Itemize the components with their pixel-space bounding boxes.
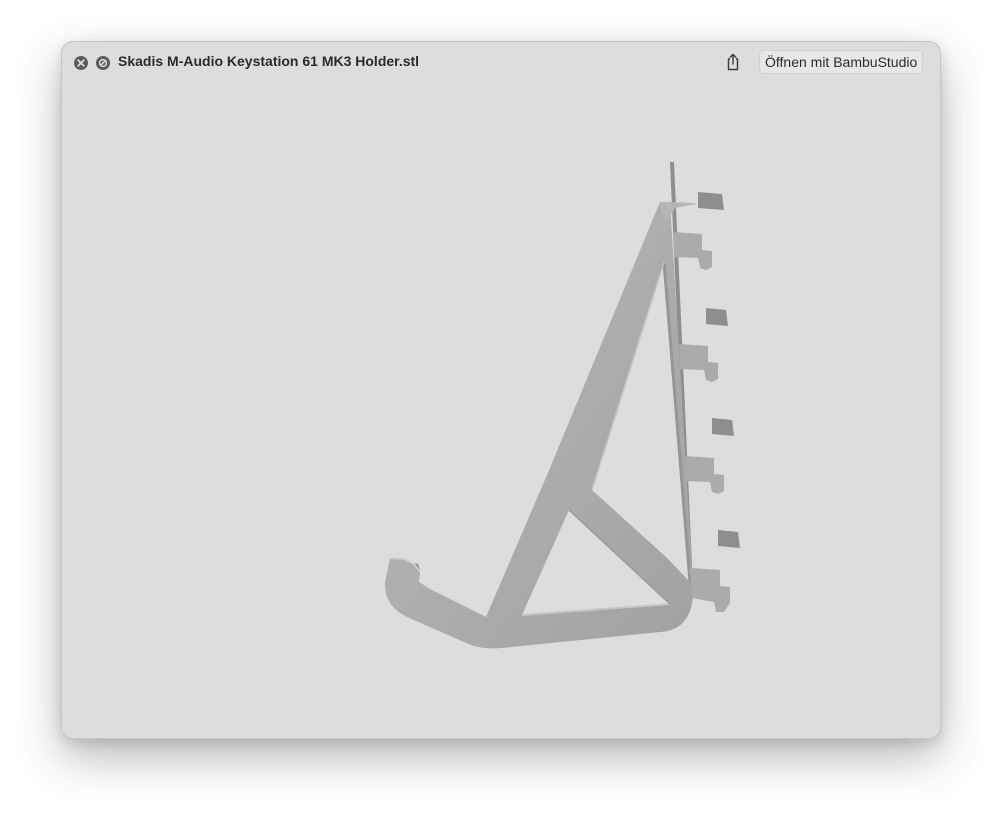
window-title: Skadis M-Audio Keystation 61 MK3 Holder.… <box>118 53 420 69</box>
no-fullscreen-icon <box>98 58 108 68</box>
model-preview-area[interactable] <box>62 82 940 738</box>
share-icon <box>727 53 739 71</box>
fullscreen-disabled-button[interactable] <box>96 56 110 70</box>
close-button[interactable] <box>74 56 88 70</box>
open-with-button[interactable]: Öffnen mit BambuStudio <box>759 50 924 74</box>
model-front-face <box>384 202 696 649</box>
stl-model-render <box>384 162 740 649</box>
title-bar: Skadis M-Audio Keystation 61 MK3 Holder.… <box>62 42 940 82</box>
close-icon <box>77 59 85 67</box>
quick-look-window: Skadis M-Audio Keystation 61 MK3 Holder.… <box>61 41 941 739</box>
share-button[interactable] <box>722 51 744 73</box>
